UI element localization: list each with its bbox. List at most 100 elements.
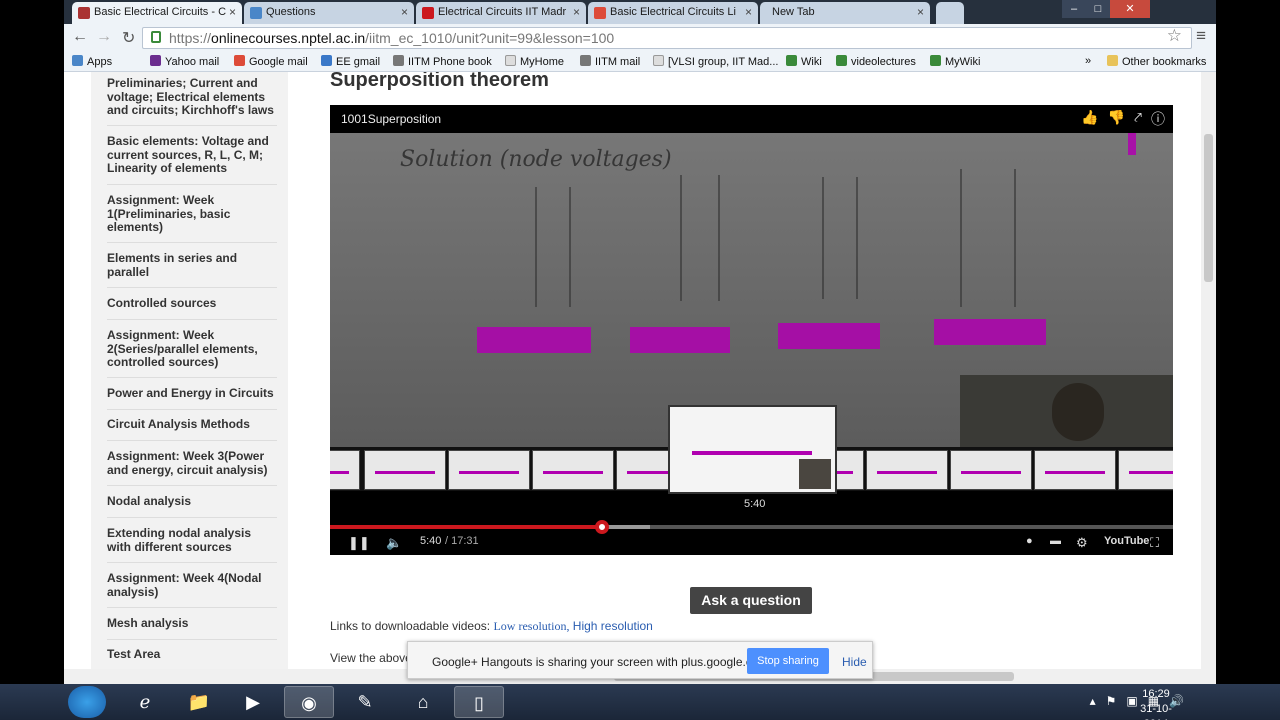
taskbar-clock[interactable]: 16:29 31-10-2014 (1128, 687, 1184, 720)
close-tab-icon[interactable]: × (401, 5, 408, 19)
bookmark-label: Wiki (801, 56, 822, 68)
matrix-bracket (822, 177, 858, 299)
course-sidebar: Preliminaries; Current and voltage; Elec… (91, 72, 288, 669)
close-tab-icon[interactable]: × (917, 5, 924, 19)
bookmark-google-mail[interactable]: Google mail (234, 55, 308, 68)
sidebar-item-assignment-week-2[interactable]: Assignment: Week 2(Series/parallel eleme… (107, 328, 277, 370)
reload-icon[interactable]: ↻ (122, 28, 135, 48)
bookmarks-overflow-chevron[interactable]: » (1085, 55, 1091, 67)
storyboard-thumb (330, 450, 360, 490)
check-icon (836, 55, 847, 66)
close-tab-icon[interactable]: × (573, 5, 580, 19)
other-bookmarks[interactable]: Other bookmarks (1107, 55, 1206, 68)
close-tab-icon[interactable]: × (745, 5, 752, 19)
played-bar (330, 525, 603, 529)
chrome-menu-icon[interactable]: ≡ (1196, 26, 1206, 46)
sidebar-item-basic-elements[interactable]: Basic elements: Voltage and current sour… (107, 134, 277, 176)
tab-new-tab[interactable]: New Tab × (760, 2, 930, 24)
forward-icon[interactable]: → (96, 28, 112, 46)
bookmark-apps[interactable]: Apps (72, 55, 112, 68)
thumbs-up-icon[interactable]: 👍 (1081, 109, 1098, 129)
maximize-icon[interactable]: □ (1086, 0, 1110, 18)
tray-expand-icon[interactable]: ▴ (1090, 694, 1096, 708)
chrome-icon[interactable]: ◉ (284, 686, 334, 718)
nptel-favicon-icon (78, 7, 90, 19)
minimize-icon[interactable]: – (1062, 0, 1086, 18)
seek-preview-thumbnail (668, 405, 837, 494)
lecturer-head (1052, 383, 1104, 441)
video-player[interactable]: Solution (node voltages) 1001Superpositi… (330, 105, 1173, 555)
captions-icon[interactable]: ▬ (1050, 535, 1061, 547)
video-frame[interactable]: Solution (node voltages) (330, 133, 1173, 447)
file-explorer-icon[interactable]: 📁 (174, 686, 224, 718)
ask-question-button[interactable]: Ask a question (690, 587, 812, 614)
sidebar-item-nodal-analysis[interactable]: Nodal analysis (107, 494, 277, 509)
youtube-logo[interactable]: YouTube (1104, 535, 1149, 547)
bookmark-videolectures[interactable]: videolectures (836, 55, 916, 68)
vertical-scrollbar[interactable] (1201, 72, 1216, 669)
divider (107, 639, 277, 640)
address-bar[interactable]: https://onlinecourses.nptel.ac.in/iitm_e… (142, 27, 1192, 49)
storyboard-thumb (950, 450, 1032, 490)
share-icon[interactable]: ⤤ (1134, 109, 1142, 129)
internet-explorer-icon[interactable]: ℯ (120, 686, 170, 718)
annotations-icon[interactable]: ● (1026, 535, 1033, 547)
bookmark-wiki[interactable]: Wiki (786, 55, 822, 68)
app-window-icon[interactable]: ▯ (454, 686, 504, 718)
tab-youtube-circuits[interactable]: Electrical Circuits IIT Madr × (416, 2, 586, 24)
back-icon[interactable]: ← (72, 28, 88, 46)
bookmark-iitm-mail[interactable]: IITM mail (580, 55, 640, 68)
action-center-flag-icon[interactable]: ⚑ (1106, 694, 1117, 708)
matrix-bracket (535, 187, 571, 307)
page: Preliminaries; Current and voltage; Elec… (64, 72, 1201, 669)
divider (107, 485, 277, 486)
sidebar-item-mesh-analysis[interactable]: Mesh analysis (107, 616, 277, 631)
gmail-icon (234, 55, 245, 66)
links-prefix: Links to downloadable videos: (330, 619, 491, 633)
close-window-icon[interactable]: ✕ (1110, 0, 1150, 18)
checkbox-favicon-icon (250, 7, 262, 19)
high-resolution-link[interactable]: High resolution (573, 619, 653, 633)
sidebar-item-assignment-week-3[interactable]: Assignment: Week 3(Power and energy, cir… (107, 449, 277, 477)
bookmark-label: MyHome (520, 56, 565, 68)
sidebar-item-assignment-week-4[interactable]: Assignment: Week 4(Nodal analysis) (107, 571, 277, 599)
tab-strip: Basic Electrical Circuits - C × Question… (64, 0, 1216, 24)
media-player-icon[interactable]: ▶ (228, 686, 278, 718)
vertical-scroll-thumb[interactable] (1204, 134, 1213, 282)
bookmark-yahoo-mail[interactable]: Yahoo mail (150, 55, 219, 68)
sidebar-item-preliminaries[interactable]: Preliminaries; Current and voltage; Elec… (107, 76, 277, 118)
fullscreen-icon[interactable]: ⛶ (1150, 535, 1159, 551)
bookmark-ee-gmail[interactable]: EE gmail (321, 55, 380, 68)
sidebar-item-circuit-analysis[interactable]: Circuit Analysis Methods (107, 417, 277, 432)
sidebar-item-extending-nodal[interactable]: Extending nodal analysis with different … (107, 526, 277, 554)
notepad-icon[interactable]: ✎ (340, 686, 390, 718)
tab-questions[interactable]: Questions × (244, 2, 414, 24)
settings-gear-icon[interactable]: ⚙ (1076, 535, 1088, 551)
volume-icon[interactable]: 🔈 (386, 535, 402, 551)
close-tab-icon[interactable]: × (229, 5, 236, 19)
sidebar-item-power-energy[interactable]: Power and Energy in Circuits (107, 386, 277, 401)
sidebar-item-controlled-sources[interactable]: Controlled sources (107, 296, 277, 311)
tab-basic-electrical-circuits[interactable]: Basic Electrical Circuits - C × (72, 2, 242, 24)
tab-gplus-circuits[interactable]: Basic Electrical Circuits Li × (588, 2, 758, 24)
info-icon[interactable]: ⓘ (1151, 109, 1165, 129)
bookmark-mywiki[interactable]: MyWiki (930, 55, 980, 68)
sidebar-item-test-area[interactable]: Test Area (107, 647, 277, 662)
network-app-icon[interactable]: ⌂ (398, 686, 448, 718)
stop-sharing-button[interactable]: Stop sharing (747, 648, 829, 674)
sidebar-item-series-parallel[interactable]: Elements in series and parallel (107, 251, 277, 279)
bookmark-vlsi-group[interactable]: [VLSI group, IIT Mad... (653, 55, 778, 68)
video-title[interactable]: 1001Superposition (341, 112, 441, 126)
storyboard-thumb (448, 450, 530, 490)
new-tab-button[interactable] (936, 2, 964, 24)
progress-bar[interactable] (330, 525, 1173, 529)
bookmark-iitm-phone-book[interactable]: IITM Phone book (393, 55, 492, 68)
hide-link[interactable]: Hide (842, 655, 867, 669)
low-resolution-link[interactable]: Low resolution, (493, 619, 569, 633)
bookmark-myhome[interactable]: MyHome (505, 55, 564, 68)
pause-icon[interactable]: ❚❚ (348, 535, 370, 551)
sidebar-item-assignment-week-1[interactable]: Assignment: Week 1(Preliminaries, basic … (107, 193, 277, 235)
thumbs-down-icon[interactable]: 👎 (1108, 109, 1125, 129)
start-button[interactable] (68, 686, 106, 718)
bookmark-star-icon[interactable]: ☆ (1167, 26, 1182, 46)
